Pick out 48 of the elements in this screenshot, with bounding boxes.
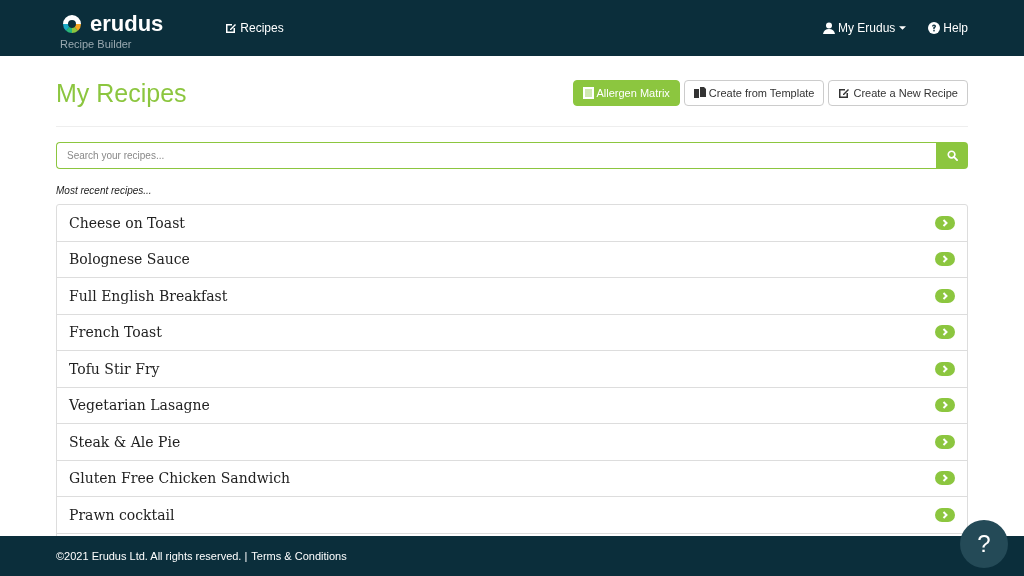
copyright-text: ©2021 Erudus Ltd. All rights reserved. | bbox=[56, 550, 248, 562]
brand-subtitle: Recipe Builder bbox=[60, 38, 133, 50]
recipe-name: Gluten Free Chicken Sandwich bbox=[69, 470, 290, 487]
new-recipe-button[interactable]: Create a New Recipe bbox=[828, 80, 968, 106]
recipe-row[interactable]: Vegetarian Lasagne bbox=[57, 387, 967, 424]
search-icon bbox=[946, 150, 958, 161]
user-icon bbox=[822, 22, 835, 34]
help-link[interactable]: Help bbox=[928, 21, 968, 35]
recipe-row[interactable]: Steak & Ale Pie bbox=[57, 424, 967, 461]
template-button[interactable]: Create from Template bbox=[683, 80, 825, 106]
chevron-icon bbox=[935, 288, 955, 303]
recipe-name: Vegetarian Lasagne bbox=[69, 397, 210, 414]
recipe-name: Tofu Stir Fry bbox=[69, 360, 160, 377]
search-button[interactable] bbox=[936, 142, 968, 169]
recipe-row[interactable]: Tofu Stir Fry bbox=[57, 351, 967, 388]
logo-icon bbox=[60, 12, 84, 36]
chevron-icon bbox=[935, 471, 955, 486]
chevron-icon bbox=[935, 325, 955, 340]
edit-icon bbox=[838, 87, 851, 99]
help-icon bbox=[928, 22, 941, 34]
brand-name: erudus bbox=[90, 12, 164, 36]
recipe-row[interactable]: Cheese on Toast bbox=[57, 205, 967, 242]
recipe-row[interactable]: French Toast bbox=[57, 314, 967, 351]
recipe-name: Cheese on Toast bbox=[69, 214, 185, 231]
copy-icon bbox=[693, 87, 706, 99]
page-title: My Recipes bbox=[56, 78, 187, 108]
terms-link[interactable]: Terms & Conditions bbox=[251, 550, 347, 562]
chevron-icon bbox=[935, 398, 955, 413]
recent-label: Most recent recipes... bbox=[56, 185, 153, 196]
recipe-row[interactable]: Gluten Free Chicken Sandwich bbox=[57, 460, 967, 497]
chevron-icon bbox=[935, 507, 955, 522]
help-button[interactable]: ? bbox=[960, 520, 1008, 568]
recipes-nav-link[interactable]: Recipes bbox=[225, 21, 284, 35]
recipe-name: French Toast bbox=[69, 324, 162, 341]
recipe-name: Prawn cocktail bbox=[69, 506, 175, 523]
recipe-name: Steak & Ale Pie bbox=[69, 433, 181, 450]
recipe-row[interactable]: Full English Breakfast bbox=[57, 278, 967, 315]
recipe-row[interactable]: Prawn cocktail bbox=[57, 497, 967, 534]
recipe-name: Full English Breakfast bbox=[69, 287, 228, 304]
recipe-name: Bolognese Sauce bbox=[69, 251, 190, 268]
chevron-icon bbox=[935, 252, 955, 267]
chevron-icon bbox=[935, 434, 955, 449]
account-menu[interactable]: My Erudus bbox=[822, 21, 907, 35]
chevron-icon bbox=[935, 361, 955, 376]
chevron-icon bbox=[935, 215, 955, 230]
search-field[interactable]: Search your recipes... bbox=[56, 142, 936, 169]
edit-icon bbox=[225, 22, 238, 34]
recipe-row[interactable]: Bolognese Sauce bbox=[57, 241, 967, 278]
